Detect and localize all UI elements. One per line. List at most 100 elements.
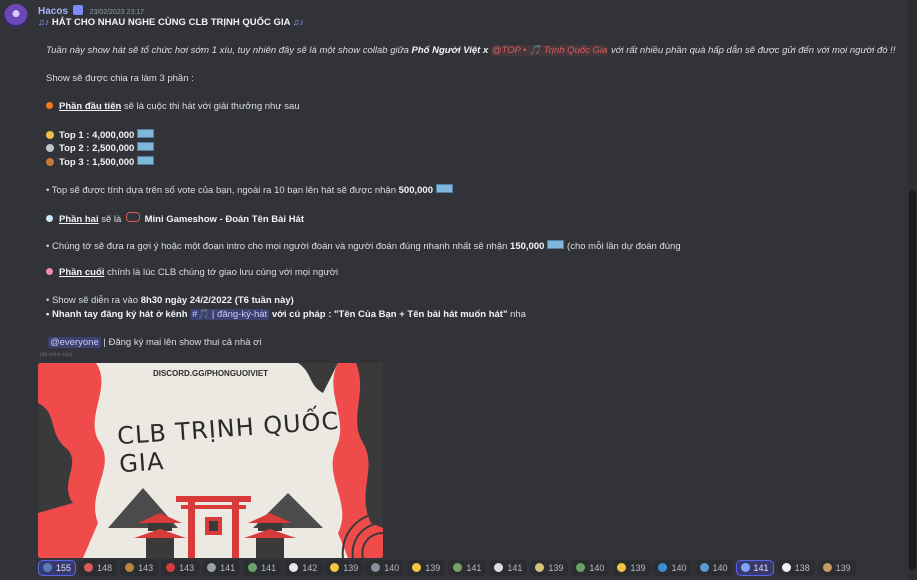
reaction-chip[interactable]: 141 [448,560,487,576]
author-name[interactable]: Hacos [38,6,68,17]
silver-medal-icon [46,144,54,152]
reaction-count: 143 [138,563,154,573]
message-header: Hacos 23/02/2023 23:17 [38,5,144,17]
image-icon [576,563,586,572]
edited-label: (đã chỉnh sửa) [40,352,73,358]
channel-mention[interactable]: #🎵 | đăng-ký-hát [190,309,270,320]
reaction-chip[interactable]: 139 [407,560,446,576]
event-banner-image[interactable]: DISCORD.GG/PHONGUOIVIET CLB TRỊNH QUỐC G… [38,363,383,558]
money-icon [137,129,155,138]
prize-label: Top 3 : 1,500,000 [59,157,135,168]
schedule-line: • Show sẽ diễn ra vào 8h30 ngày 24/2/202… [46,295,294,306]
reaction-count: 143 [179,563,195,573]
skull-icon [289,563,299,572]
author-avatar[interactable] [4,4,28,28]
reaction-count: 139 [835,563,851,573]
schedule-text: • Show sẽ diễn ra vào [46,295,141,306]
intro-bold: Phố Người Việt x [411,45,489,56]
reaction-chip[interactable]: 139 [817,560,856,576]
intro-prize-amount: 150,000 [510,241,545,252]
hand-icon [412,563,422,572]
gold-medal-icon [46,131,54,139]
prize-top3: Top 3 : 1,500,000 [46,156,155,168]
reaction-chip[interactable]: 140 [366,560,405,576]
reaction-count: 139 [548,563,564,573]
reaction-chip[interactable]: 139 [325,560,364,576]
reaction-chip[interactable]: 139 [612,560,651,576]
everyone-text: | Đăng ký mai lên show thui cả nhà ơi [100,337,262,348]
pink-circle-icon [46,268,53,275]
reaction-chip[interactable]: 141 [735,560,774,576]
role-badge-icon [72,5,83,15]
reaction-count: 138 [794,563,810,573]
message-title-line: ♫♪ HÁT CHO NHAU NGHE CÙNG CLB TRỊNH QUỐC… [38,17,304,28]
parts-intro: Show sẽ được chia ra làm 3 phần : [46,73,194,84]
reaction-count: 140 [671,563,687,573]
reaction-chip[interactable]: 143 [161,560,200,576]
role-mention[interactable]: @TOP • 🎵 Trịnh Quốc Gia [490,45,609,56]
reaction-count: 140 [589,563,605,573]
music-notes-icon: ♫♪ [292,17,304,27]
part3-label: Phần cuối [59,267,105,278]
reaction-count: 140 [712,563,728,573]
reaction-chip[interactable]: 141 [489,560,528,576]
intro-line: Tuần này show hát sẽ tổ chức hơi sớm 1 x… [46,45,895,56]
everyone-mention[interactable]: @everyone [48,337,101,348]
reaction-count: 141 [466,563,482,573]
reaction-count: 140 [384,563,400,573]
signup-after: nha [507,309,526,320]
part3-line: Phần cuối chính là lúc CLB chúng tớ giao… [46,267,338,278]
reaction-chip[interactable]: 139 [530,560,569,576]
reaction-chip[interactable]: 138 [776,560,815,576]
message-timestamp: 23/02/2023 23:17 [89,9,145,16]
scrollbar-thumb[interactable] [909,190,916,570]
orange-circle-icon [46,102,53,109]
wave-icon [207,563,217,572]
reaction-chip[interactable]: 155 [38,560,77,576]
part2-game: Mini Gameshow - Đoán Tên Bài Hát [144,214,305,225]
flag-icon [125,563,135,572]
music-notes-icon: ♫♪ [38,17,50,27]
reaction-count: 139 [425,563,441,573]
signup-line: • Nhanh tay đăng ký hát ở kênh #🎵 | đăng… [46,309,526,320]
reaction-count: 155 [56,563,72,573]
reaction-count: 139 [343,563,359,573]
vote-line: • Top sẽ được tính dựa trên số vote của … [46,184,453,196]
bronze-medal-icon [46,158,54,166]
money-icon [435,184,453,193]
part1-text: sẽ là cuộc thi hát với giải thưởng như s… [121,101,300,112]
reaction-count: 141 [220,563,236,573]
intro-text: Tuần này show hát sẽ tổ chức hơi sớm 1 x… [46,45,412,56]
reaction-count: 139 [630,563,646,573]
part2-label: Phần hai [59,214,99,225]
torii-gate-icon [176,496,251,558]
reaction-chip[interactable]: 148 [79,560,118,576]
prize-label: Top 1 : 4,000,000 [59,130,135,141]
face-icon [330,563,340,572]
reaction-chip[interactable]: 141 [202,560,241,576]
reaction-count: 141 [261,563,277,573]
money-icon [547,240,565,249]
reaction-chip[interactable]: 141 [243,560,282,576]
reaction-chip[interactable]: 140 [694,560,733,576]
vote-amount: 500,000 [398,185,433,196]
wand-icon [535,563,545,572]
reaction-count: 148 [97,563,113,573]
scrollbar[interactable] [908,0,917,580]
s-icon [658,563,668,572]
reaction-chip[interactable]: 143 [120,560,159,576]
reaction-chip[interactable]: 140 [571,560,610,576]
notes-icon [740,563,750,572]
reaction-chip[interactable]: 142 [284,560,323,576]
prize-top2: Top 2 : 2,500,000 [46,142,155,154]
bottle-icon [494,563,504,572]
part2-text: sẽ là [98,214,124,225]
bowl-icon [781,563,791,572]
image-icon [453,563,463,572]
reaction-chip[interactable]: 140 [653,560,692,576]
face-icon [617,563,627,572]
money-icon [137,156,155,165]
part1-label: Phần đầu tiên [59,101,122,112]
intro-prize-text: • Chúng tớ sẽ đưa ra gợi ý hoặc một đoạn… [46,241,511,252]
signup-text: • Nhanh tay đăng ký hát ở kênh [46,309,191,320]
